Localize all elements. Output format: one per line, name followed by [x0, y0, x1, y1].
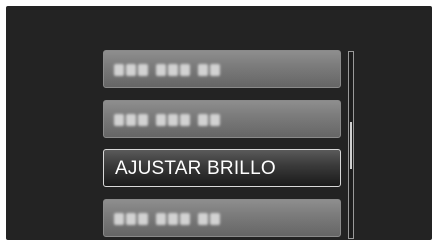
camera-menu-screen: AJUSTAR BRILLO — [6, 6, 432, 240]
menu-item-blurred-label — [114, 213, 220, 225]
menu-item-1[interactable] — [103, 50, 341, 88]
menu-item-blurred-label — [114, 114, 220, 126]
menu-item-ajustar-brillo[interactable]: AJUSTAR BRILLO — [103, 149, 341, 187]
menu-item-label: AJUSTAR BRILLO — [115, 158, 276, 179]
menu-item-4[interactable] — [103, 199, 341, 237]
scrollbar-thumb[interactable] — [350, 122, 352, 169]
menu-item-blurred-label — [114, 64, 220, 76]
scrollbar[interactable] — [348, 51, 354, 239]
menu-item-2[interactable] — [103, 100, 341, 138]
